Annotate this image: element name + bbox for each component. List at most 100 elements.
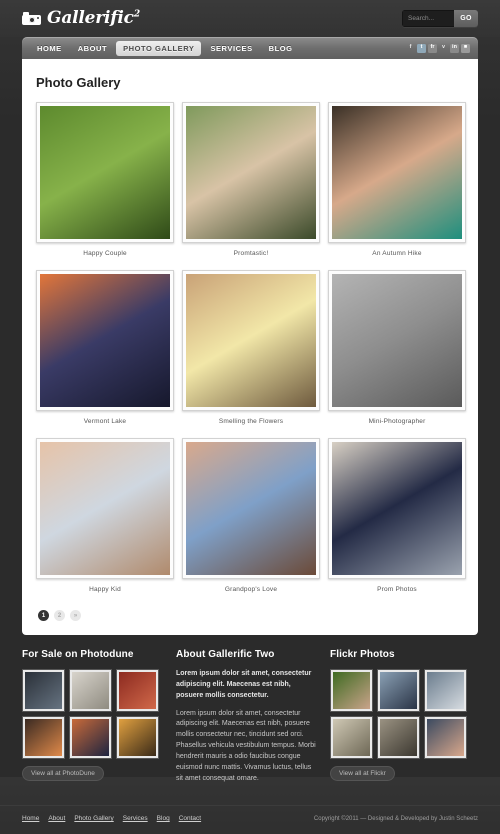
about-lead-paragraph: Lorem ipsum dolor sit amet, consectetur … [176,670,312,699]
footer-bar: Home About Photo Gallery Services Blog Contac… [0,805,500,834]
search-input[interactable] [402,10,454,27]
gallery-thumbnail[interactable] [36,102,174,243]
flickr-thumb-grid [330,669,467,759]
gallery-row: Happy Kid Grandpop's Love Prom Photos [36,438,466,602]
linkedin-icon[interactable]: in [450,43,459,53]
gallery-photo [40,442,170,575]
gallery-caption: Smelling the Flowers [218,418,284,425]
gallery-photo [332,274,462,407]
nav-item-blog[interactable]: BLOG [262,41,300,56]
footer-link-contact[interactable]: Contact [179,815,201,822]
flickr-thumbnail[interactable] [330,716,373,759]
widget-flickr: Flickr Photos View all at Flickr [330,649,472,791]
facebook-icon[interactable]: f [406,44,415,53]
footer-link-home[interactable]: Home [22,815,39,822]
social-links: f t fr v in ■ [406,43,470,53]
gallery-photo [186,442,316,575]
logo-text: Gallerific2 [47,8,140,28]
footer-link-photo-gallery[interactable]: Photo Gallery [74,815,113,822]
gallery-item: Grandpop's Love [182,438,320,602]
gallery-thumbnail[interactable] [36,438,174,579]
main-navigation: HOME ABOUT PHOTO GALLERY SERVICES BLOG f… [22,37,478,59]
widget-about-title: About Gallerific Two [176,649,275,660]
flickr-thumbnail[interactable] [377,669,420,712]
pagination-item[interactable]: 2 [54,610,65,621]
gallery-caption: Happy Kid [89,586,121,593]
thumbnail-image [25,719,62,756]
gallery-thumbnail[interactable] [182,270,320,411]
gallery-item: Promtastic! [182,102,320,266]
gallery-thumbnail[interactable] [182,438,320,579]
nav-item-photo-gallery[interactable]: PHOTO GALLERY [116,40,202,56]
gallery-caption: Promtastic! [233,250,269,257]
gallery-item: Prom Photos [328,438,466,602]
gallery-caption: An Autumn Hike [372,250,422,257]
gallery-caption: Prom Photos [377,586,417,593]
thumbnail-image [380,672,417,709]
camera-icon [22,12,41,25]
main-content: Photo Gallery Happy Couple Promtastic! An … [22,59,478,635]
gallery-caption: Vermont Lake [83,418,127,425]
widget-about: About Gallerific Two Lorem ipsum dolor s… [176,649,318,791]
gallery-caption: Happy Couple [83,250,127,257]
gallery-row: Vermont Lake Smelling the Flowers Mini-Pho… [36,270,466,434]
site-logo[interactable]: Gallerific2 [22,10,140,27]
photodune-thumb-grid [22,669,159,759]
photodune-thumbnail[interactable] [116,669,159,712]
view-all-flickr-button[interactable]: View all at Flickr [330,766,395,781]
widget-flickr-title: Flickr Photos [330,649,395,660]
footer-link-about[interactable]: About [48,815,65,822]
thumbnail-image [72,719,109,756]
vimeo-icon[interactable]: v [439,44,448,53]
gallery-row: Happy Couple Promtastic! An Autumn Hike [36,102,466,266]
pagination-item[interactable]: 1 [38,610,49,621]
thumbnail-image [119,672,156,709]
nav-item-home[interactable]: HOME [30,41,69,56]
widget-photodune-title: For Sale on Photodune [22,649,134,660]
search-go-button[interactable]: GO [454,10,478,27]
gallery-thumbnail[interactable] [328,102,466,243]
gallery-thumbnail[interactable] [328,270,466,411]
twitter-icon[interactable]: t [417,43,426,53]
footer-link-services[interactable]: Services [123,815,148,822]
page-root: Gallerific2 GO HOME ABOUT PHOTO GALLERY … [0,0,500,834]
gallery-photo [332,106,462,239]
gallery-item: Happy Couple [36,102,174,266]
flickr-thumbnail[interactable] [377,716,420,759]
about-body-paragraph: Lorem ipsum dolor sit amet, consectetur … [176,709,316,782]
photodune-thumbnail[interactable] [69,669,112,712]
photodune-thumbnail[interactable] [116,716,159,759]
gallery-pagination: 1 2 » [36,602,464,635]
footer-links: Home About Photo Gallery Services Blog Contac… [22,815,201,822]
footer-widgets: For Sale on Photodune View all at PhotoD… [0,635,500,801]
thumbnail-image [427,672,464,709]
widget-photodune: For Sale on Photodune View all at PhotoD… [22,649,164,791]
gallery-item: Vermont Lake [36,270,174,434]
gallery-photo [186,106,316,239]
photodune-thumbnail[interactable] [22,669,65,712]
gallery-thumbnail[interactable] [182,102,320,243]
thumbnail-image [427,719,464,756]
footer-link-blog[interactable]: Blog [157,815,170,822]
thumbnail-image [25,672,62,709]
flickr-thumbnail[interactable] [424,716,467,759]
gallery-thumbnail[interactable] [328,438,466,579]
logo-superscript: 2 [133,9,140,20]
gallery-thumbnail[interactable] [36,270,174,411]
photodune-thumbnail[interactable] [69,716,112,759]
gallery-caption: Mini-Photographer [368,418,426,425]
search-box: GO [402,10,478,27]
photodune-thumbnail[interactable] [22,716,65,759]
nav-items: HOME ABOUT PHOTO GALLERY SERVICES BLOG [30,40,300,56]
gallery-photo [332,442,462,575]
flickr-icon[interactable]: fr [428,43,437,53]
thumbnail-image [333,719,370,756]
flickr-thumbnail[interactable] [424,669,467,712]
nav-item-services[interactable]: SERVICES [203,41,259,56]
nav-item-about[interactable]: ABOUT [71,41,114,56]
photo-gallery-grid: Happy Couple Promtastic! An Autumn Hike Ver… [36,102,466,602]
view-all-photodune-button[interactable]: View all at PhotoDune [22,766,104,781]
pagination-item[interactable]: » [70,610,81,621]
flickr-thumbnail[interactable] [330,669,373,712]
rss-icon[interactable]: ■ [461,43,470,53]
